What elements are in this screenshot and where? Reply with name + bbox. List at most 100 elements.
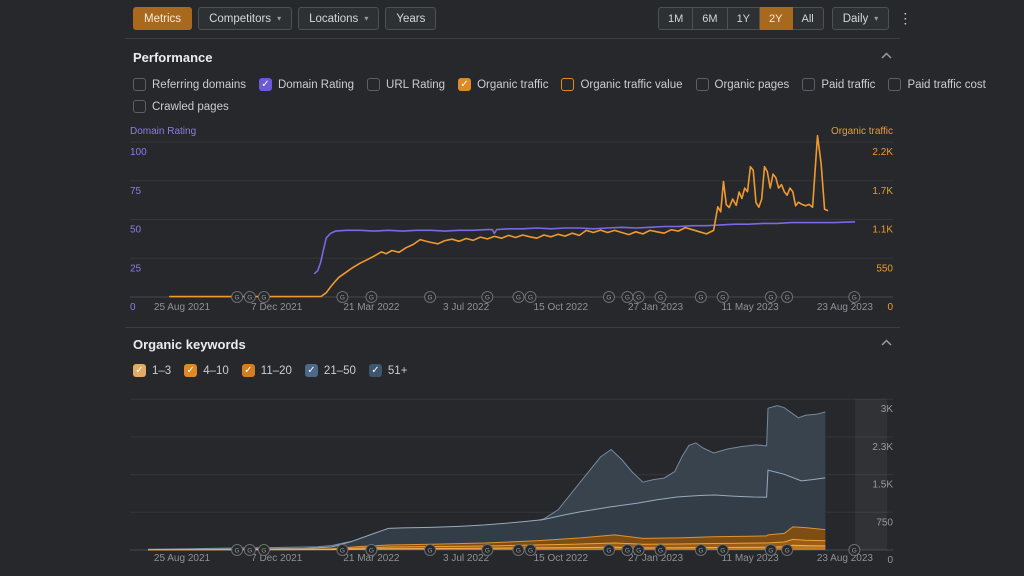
checkbox-icon[interactable] bbox=[561, 78, 574, 91]
checkbox-icon[interactable]: ✓ bbox=[133, 364, 146, 377]
checkbox-icon[interactable] bbox=[133, 78, 146, 91]
checkbox-icon[interactable] bbox=[696, 78, 709, 91]
keyword-filter-21-50[interactable]: ✓21–50 bbox=[305, 364, 356, 377]
metric-checkbox-organic-traffic[interactable]: ✓Organic traffic bbox=[458, 78, 548, 91]
x-tick-label: 7 Dec 2021 bbox=[251, 302, 303, 313]
google-update-marker-letter: G bbox=[636, 548, 641, 555]
checkbox-icon[interactable] bbox=[802, 78, 815, 91]
right-axis-tick-label: 1.7K bbox=[872, 186, 893, 197]
checkbox-icon[interactable]: ✓ bbox=[184, 364, 197, 377]
google-update-marker-letter: G bbox=[698, 295, 703, 302]
google-update-marker-letter: G bbox=[720, 548, 725, 555]
checkbox-icon[interactable]: ✓ bbox=[305, 364, 318, 377]
keyword-position-filters: ✓1–3 ✓4–10 ✓11–20 ✓21–50 ✓51+ bbox=[133, 364, 407, 377]
metric-checkbox-referring-domains[interactable]: Referring domains bbox=[133, 78, 246, 91]
performance-chart[interactable]: Domain RatingOrganic traffic025507510005… bbox=[125, 120, 900, 322]
range-1m-button[interactable]: 1M bbox=[658, 7, 693, 30]
x-tick-label: 7 Dec 2021 bbox=[251, 553, 303, 564]
organic-keywords-section-title: Organic keywords bbox=[133, 337, 246, 352]
collapse-performance-chevron-icon[interactable] bbox=[881, 52, 892, 59]
google-update-marker-letter: G bbox=[852, 295, 857, 302]
x-tick-label: 25 Aug 2021 bbox=[154, 302, 211, 313]
keyword-filter-4-10[interactable]: ✓4–10 bbox=[184, 364, 229, 377]
metric-checkbox-organic-pages[interactable]: Organic pages bbox=[696, 78, 790, 91]
checkbox-icon[interactable]: ✓ bbox=[369, 364, 382, 377]
analytics-dashboard: { "icons": { "caret_down": "▾", "kebab_m… bbox=[0, 0, 1024, 576]
x-tick-label: 25 Aug 2021 bbox=[154, 553, 211, 564]
performance-metric-toggles-row2: Crawled pages bbox=[133, 100, 229, 113]
google-update-marker-letter: G bbox=[528, 548, 533, 555]
x-tick-label: 15 Oct 2022 bbox=[534, 302, 589, 313]
google-update-marker-letter: G bbox=[768, 548, 773, 555]
metric-checkbox-crawled-pages[interactable]: Crawled pages bbox=[133, 100, 229, 113]
range-1y-button[interactable]: 1Y bbox=[728, 7, 760, 30]
google-update-marker-letter: G bbox=[261, 548, 266, 555]
google-update-marker-letter: G bbox=[698, 548, 703, 555]
google-update-marker-letter: G bbox=[528, 295, 533, 302]
performance-section-title: Performance bbox=[133, 50, 212, 65]
google-update-marker-letter: G bbox=[720, 295, 725, 302]
google-update-marker-letter: G bbox=[428, 548, 433, 555]
keyword-filter-51plus[interactable]: ✓51+ bbox=[369, 364, 408, 377]
google-update-marker-letter: G bbox=[235, 295, 240, 302]
google-update-marker-letter: G bbox=[261, 295, 266, 302]
range-2y-button[interactable]: 2Y bbox=[760, 7, 792, 30]
organic-keywords-chart[interactable]: 07501.5K2.3K3K25 Aug 20217 Dec 202121 Ma… bbox=[125, 390, 900, 576]
metric-checkbox-paid-traffic-cost[interactable]: Paid traffic cost bbox=[888, 78, 985, 91]
google-update-marker-letter: G bbox=[636, 295, 641, 302]
keyword-filter-11-20[interactable]: ✓11–20 bbox=[242, 364, 292, 377]
left-axis-tick-label: 0 bbox=[130, 302, 136, 313]
range-all-button[interactable]: All bbox=[793, 7, 824, 30]
checkbox-icon[interactable]: ✓ bbox=[259, 78, 272, 91]
google-update-marker-letter: G bbox=[768, 295, 773, 302]
google-update-marker-letter: G bbox=[369, 548, 374, 555]
checkbox-icon[interactable]: ✓ bbox=[242, 364, 255, 377]
google-update-marker-letter: G bbox=[235, 548, 240, 555]
google-update-marker-letter: G bbox=[852, 548, 857, 555]
granularity-dropdown-button[interactable]: Daily▾ bbox=[832, 7, 890, 30]
years-button[interactable]: Years bbox=[385, 7, 436, 30]
google-update-marker-letter: G bbox=[340, 548, 345, 555]
x-tick-label: 21 Mar 2022 bbox=[343, 302, 400, 313]
google-update-marker-letter: G bbox=[785, 295, 790, 302]
google-update-marker-letter: G bbox=[606, 548, 611, 555]
x-tick-label: 3 Jul 2022 bbox=[443, 302, 490, 313]
left-axis-tick-label: 25 bbox=[130, 263, 142, 274]
checkbox-icon[interactable] bbox=[133, 100, 146, 113]
metric-checkbox-domain-rating[interactable]: ✓Domain Rating bbox=[259, 78, 354, 91]
checkbox-icon[interactable] bbox=[888, 78, 901, 91]
checkbox-icon[interactable] bbox=[367, 78, 380, 91]
toolbar-divider bbox=[125, 38, 900, 39]
google-update-marker-letter: G bbox=[247, 548, 252, 555]
left-axis-title: Domain Rating bbox=[130, 126, 196, 137]
metric-checkbox-url-rating[interactable]: URL Rating bbox=[367, 78, 445, 91]
google-update-marker-letter: G bbox=[658, 548, 663, 555]
top-toolbar: Metrics Competitors▾ Locations▾ Years bbox=[133, 7, 436, 30]
highlight-band bbox=[855, 399, 887, 550]
google-update-marker-letter: G bbox=[606, 295, 611, 302]
range-6m-button[interactable]: 6M bbox=[693, 7, 727, 30]
google-update-marker-letter: G bbox=[516, 548, 521, 555]
caret-down-icon: ▾ bbox=[874, 15, 878, 23]
x-tick-label: 15 Oct 2022 bbox=[534, 553, 589, 564]
google-update-marker-letter: G bbox=[516, 295, 521, 302]
metric-checkbox-organic-traffic-value[interactable]: Organic traffic value bbox=[561, 78, 682, 91]
caret-down-icon: ▾ bbox=[277, 15, 281, 23]
kebab-menu-icon[interactable]: ⋮ bbox=[895, 7, 915, 30]
keyword-filter-1-3[interactable]: ✓1–3 bbox=[133, 364, 171, 377]
metric-checkbox-paid-traffic[interactable]: Paid traffic bbox=[802, 78, 875, 91]
locations-dropdown-button[interactable]: Locations▾ bbox=[298, 7, 379, 30]
google-update-marker-letter: G bbox=[485, 295, 490, 302]
time-range-toolbar: 1M 6M 1Y 2Y All Daily▾ ⋮ bbox=[658, 7, 915, 30]
competitors-dropdown-button[interactable]: Competitors▾ bbox=[198, 7, 292, 30]
google-update-marker-letter: G bbox=[340, 295, 345, 302]
range-button-group: 1M 6M 1Y 2Y All bbox=[658, 7, 824, 30]
collapse-keywords-chevron-icon[interactable] bbox=[881, 339, 892, 346]
metrics-button[interactable]: Metrics bbox=[133, 7, 192, 30]
google-update-marker-letter: G bbox=[625, 295, 630, 302]
performance-metric-toggles-row1: Referring domains ✓Domain Rating URL Rat… bbox=[133, 78, 986, 91]
checkbox-icon[interactable]: ✓ bbox=[458, 78, 471, 91]
google-update-marker-letter: G bbox=[625, 548, 630, 555]
line-series-Domain Rating bbox=[314, 222, 855, 274]
google-update-marker-letter: G bbox=[428, 295, 433, 302]
